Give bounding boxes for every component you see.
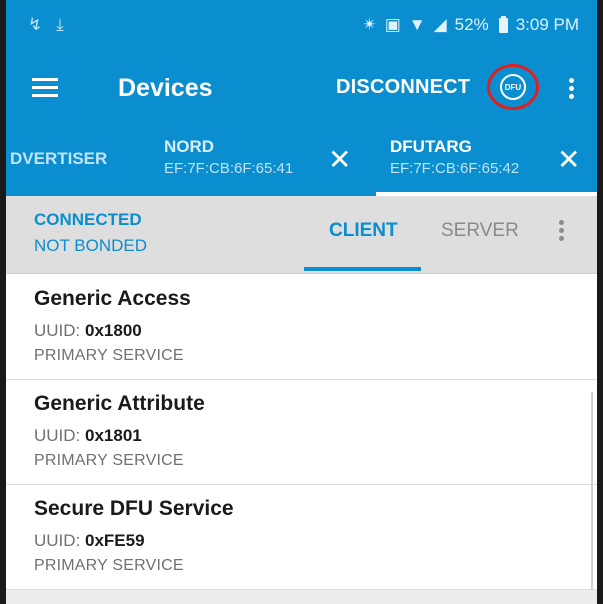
uuid-label: UUID:: [34, 531, 85, 550]
overflow-menu-icon[interactable]: [569, 78, 575, 100]
nfc-icon: ▣: [384, 15, 401, 34]
uuid-label: UUID:: [34, 426, 85, 445]
hamburger-menu-icon[interactable]: [32, 78, 58, 98]
wifi-icon: ▼: [408, 15, 426, 34]
service-uuid-row: UUID: 0x1801: [34, 426, 142, 446]
disconnect-button[interactable]: DISCONNECT: [336, 76, 470, 99]
device-tabs: DVERTISER NORD EF:7F:CB:6F:65:41 ✕ DFUTA…: [6, 126, 597, 196]
dfu-icon: DFU: [500, 74, 526, 100]
service-uuid-row: UUID: 0x1800: [34, 321, 142, 341]
status-bar: ↯ ⤓ ✴ ▣ ▼ ◢ 52% 3:09 PM: [6, 0, 597, 50]
connection-bar: CONNECTED NOT BONDED CLIENT SERVER: [6, 196, 597, 274]
device-tab-advertiser[interactable]: DVERTISER: [6, 126, 156, 196]
device-tab-address: EF:7F:CB:6F:65:42: [390, 160, 520, 177]
device-tab-address: EF:7F:CB:6F:65:41: [164, 160, 294, 177]
battery-percent: 52%: [454, 15, 489, 34]
page-title: Devices: [118, 74, 213, 102]
device-tab-dfutarg[interactable]: DFUTARG EF:7F:CB:6F:65:42 ✕: [376, 126, 597, 196]
tab-server[interactable]: SERVER: [441, 220, 519, 242]
service-uuid-row: UUID: 0xFE59: [34, 531, 145, 551]
scrollbar[interactable]: [591, 392, 593, 604]
app-frame: ↯ ⤓ ✴ ▣ ▼ ◢ 52% 3:09 PM Devices DISCONNE…: [0, 0, 603, 604]
dfu-icon-label: DFU: [504, 82, 522, 92]
bond-state: NOT BONDED: [34, 236, 148, 255]
device-tab-name: DFUTARG: [390, 137, 472, 156]
connection-state: CONNECTED: [34, 210, 142, 229]
service-type: PRIMARY SERVICE: [34, 347, 184, 364]
service-type: PRIMARY SERVICE: [34, 557, 184, 574]
service-name: Secure DFU Service: [34, 497, 234, 520]
service-name: Generic Access: [34, 287, 191, 310]
battery-icon: [498, 15, 508, 33]
missed-call-icon: ↯: [28, 15, 43, 34]
dfu-button[interactable]: DFU: [487, 64, 539, 110]
signal-icon: ◢: [433, 15, 447, 34]
close-icon[interactable]: ✕: [557, 146, 580, 174]
tab-client[interactable]: CLIENT: [329, 220, 398, 242]
clock: 3:09 PM: [515, 15, 579, 34]
service-type: PRIMARY SERVICE: [34, 452, 184, 469]
download-icon: ⤓: [56, 15, 64, 34]
toolbar: Devices DISCONNECT DFU: [6, 50, 597, 126]
list-bottom-edge: [6, 590, 597, 604]
device-tab-name: DVERTISER: [10, 149, 108, 168]
bluetooth-icon: ✴: [362, 15, 377, 34]
status-left-icons: ↯ ⤓: [28, 15, 64, 35]
status-right: ✴ ▣ ▼ ◢ 52% 3:09 PM: [362, 15, 579, 35]
service-uuid: 0x1800: [85, 321, 142, 340]
service-item[interactable]: Generic Access UUID: 0x1800 PRIMARY SERV…: [6, 275, 597, 380]
close-icon[interactable]: ✕: [328, 146, 351, 174]
service-item[interactable]: Secure DFU Service UUID: 0xFE59 PRIMARY …: [6, 485, 597, 590]
overflow-menu-icon[interactable]: [559, 220, 565, 242]
service-uuid: 0x1801: [85, 426, 142, 445]
service-name: Generic Attribute: [34, 392, 205, 415]
client-tab-indicator: [304, 267, 421, 271]
uuid-label: UUID:: [34, 321, 85, 340]
device-tab-nord[interactable]: NORD EF:7F:CB:6F:65:41 ✕: [156, 126, 351, 196]
device-tab-name: NORD: [164, 137, 215, 156]
service-uuid: 0xFE59: [85, 531, 145, 550]
service-list: Generic Access UUID: 0x1800 PRIMARY SERV…: [6, 275, 597, 590]
service-item[interactable]: Generic Attribute UUID: 0x1801 PRIMARY S…: [6, 380, 597, 485]
